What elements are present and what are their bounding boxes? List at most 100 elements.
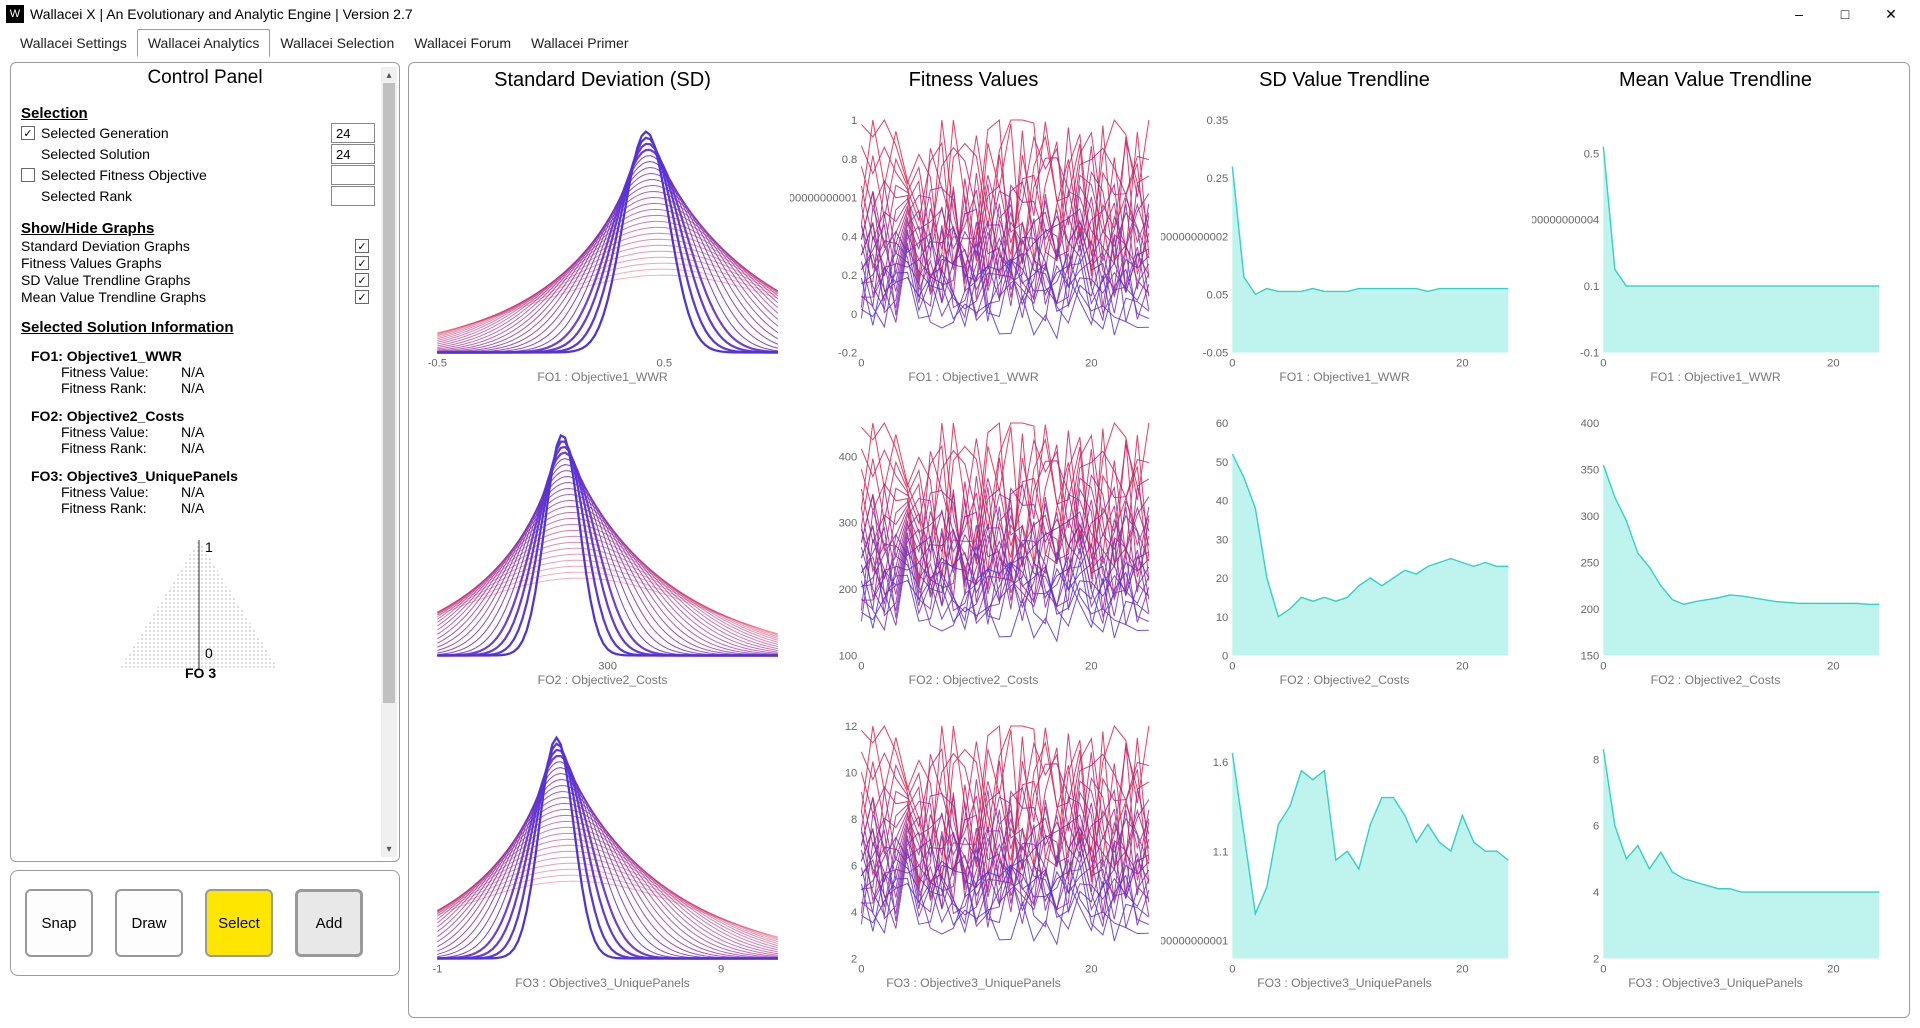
svg-text:FO2 : Objective2_Costs: FO2 : Objective2_Costs <box>538 673 668 687</box>
draw-button[interactable]: Draw <box>115 889 183 957</box>
tab-primer[interactable]: Wallacei Primer <box>521 30 639 56</box>
svg-text:-0.5: -0.5 <box>428 358 447 370</box>
input-selected-fitness-obj[interactable] <box>331 165 375 185</box>
col-head-sdtl: SD Value Trendline <box>1161 67 1528 98</box>
checkbox-sdtl-graphs[interactable] <box>355 273 369 287</box>
input-selected-generation[interactable] <box>331 123 375 143</box>
section-selection: Selection <box>21 105 377 122</box>
svg-text:0: 0 <box>851 309 857 321</box>
maximize-button[interactable]: □ <box>1822 0 1868 28</box>
svg-text:6: 6 <box>1593 821 1599 833</box>
chart-sdtl-fo3: 0.60000000000000011.11.6020FO3 : Objecti… <box>1161 704 1528 1007</box>
svg-text:60: 60 <box>1216 418 1228 430</box>
checkbox-mvtl-graphs[interactable] <box>355 290 369 304</box>
svg-text:0: 0 <box>1600 661 1606 673</box>
chart-sd-fo3: -19FO3 : Objective3_UniquePanels <box>419 704 786 1007</box>
svg-text:4: 4 <box>851 907 857 919</box>
svg-text:0: 0 <box>1229 661 1235 673</box>
svg-text:0: 0 <box>1600 358 1606 370</box>
titlebar: W Wallacei X | An Evolutionary and Analy… <box>0 0 1920 28</box>
svg-text:4: 4 <box>1593 887 1599 899</box>
svg-text:FO1 : Objective1_WWR: FO1 : Objective1_WWR <box>908 370 1039 384</box>
svg-text:1: 1 <box>851 115 857 127</box>
svg-text:-0.05: -0.05 <box>1203 348 1229 360</box>
fo1-fv-value: N/A <box>181 364 204 380</box>
tab-selection[interactable]: Wallacei Selection <box>270 30 404 56</box>
select-button[interactable]: Select <box>205 889 273 957</box>
svg-text:0.05: 0.05 <box>1206 289 1228 301</box>
svg-text:0.8: 0.8 <box>842 154 858 166</box>
svg-text:0.150000000000000002: 0.150000000000000002 <box>1161 231 1228 243</box>
minimize-button[interactable]: – <box>1776 0 1822 28</box>
svg-text:0: 0 <box>1600 964 1606 976</box>
checkbox-selected-generation[interactable] <box>21 126 35 140</box>
svg-text:10: 10 <box>845 768 857 780</box>
fo2-fr-value: N/A <box>181 440 204 456</box>
section-show-hide: Show/Hide Graphs <box>21 220 377 237</box>
svg-text:2: 2 <box>1593 954 1599 966</box>
svg-text:400: 400 <box>839 451 858 463</box>
close-button[interactable]: ✕ <box>1868 0 1914 28</box>
tab-analytics[interactable]: Wallacei Analytics <box>137 29 271 57</box>
svg-text:0.2: 0.2 <box>842 270 858 282</box>
input-selected-rank[interactable] <box>331 186 375 206</box>
svg-text:300: 300 <box>839 518 858 530</box>
tab-settings[interactable]: Wallacei Settings <box>10 30 137 56</box>
charts-grid: Standard Deviation (SD) Fitness Values S… <box>408 62 1910 1018</box>
svg-text:0: 0 <box>858 358 864 370</box>
snap-button[interactable]: Snap <box>25 889 93 957</box>
fo2-fv-value: N/A <box>181 424 204 440</box>
svg-text:12: 12 <box>845 721 857 733</box>
scroll-down-icon[interactable]: ▾ <box>381 841 397 857</box>
svg-text:400: 400 <box>1581 418 1600 430</box>
scroll-up-icon[interactable]: ▴ <box>381 67 397 83</box>
chart-mvtl-fo3: 2468020FO3 : Objective3_UniquePanels <box>1532 704 1899 1007</box>
svg-text:0: 0 <box>1229 964 1235 976</box>
svg-text:FO3 : Objective3_UniquePanels: FO3 : Objective3_UniquePanels <box>886 976 1061 990</box>
svg-text:0.35: 0.35 <box>1206 115 1228 127</box>
svg-text:40: 40 <box>1216 496 1228 508</box>
chart-sd-fo1: -0.50.5FO1 : Objective1_WWR <box>419 98 786 401</box>
control-panel-scrollbar[interactable]: ▴ ▾ <box>381 67 397 857</box>
app-logo: W <box>6 5 24 23</box>
label-sdtl-graphs: SD Value Trendline Graphs <box>21 272 355 288</box>
svg-text:0.25: 0.25 <box>1206 173 1228 185</box>
chart-mvtl-fo1: -0.10.10.30000000000000040.5020FO1 : Obj… <box>1532 98 1899 401</box>
svg-text:FO2 : Objective2_Costs: FO2 : Objective2_Costs <box>909 673 1039 687</box>
fo1-title: FO1: Objective1_WWR <box>21 348 377 364</box>
fo3-fv-label: Fitness Value: <box>61 484 181 500</box>
tab-forum[interactable]: Wallacei Forum <box>404 30 521 56</box>
section-solution-info: Selected Solution Information <box>21 319 377 336</box>
fo1-fr-value: N/A <box>181 380 204 396</box>
label-fv-graphs: Fitness Values Graphs <box>21 255 355 271</box>
fo1-fr-label: Fitness Rank: <box>61 380 181 396</box>
tab-bar: Wallacei Settings Wallacei Analytics Wal… <box>0 28 1920 56</box>
chart-fv-fo3: 24681012020FO3 : Objective3_UniquePanels <box>790 704 1157 1007</box>
fo3-fv-value: N/A <box>181 484 204 500</box>
svg-text:30: 30 <box>1216 534 1228 546</box>
label-selected-generation: Selected Generation <box>41 125 331 141</box>
svg-text:300: 300 <box>598 661 617 673</box>
svg-text:FO3 : Objective3_UniquePanels: FO3 : Objective3_UniquePanels <box>1257 976 1432 990</box>
svg-text:20: 20 <box>1216 573 1228 585</box>
checkbox-sd-graphs[interactable] <box>355 239 369 253</box>
svg-text:FO3 : Objective3_UniquePanels: FO3 : Objective3_UniquePanels <box>1628 976 1803 990</box>
fo2-fr-label: Fitness Rank: <box>61 440 181 456</box>
scrollbar-thumb[interactable] <box>383 83 395 703</box>
col-head-sd: Standard Deviation (SD) <box>419 67 786 98</box>
fo1-fv-label: Fitness Value: <box>61 364 181 380</box>
add-button[interactable]: Add <box>295 889 363 957</box>
chart-fv-fo1: -0.200.20.40.60000000000000010.81020FO1 … <box>790 98 1157 401</box>
label-selected-rank: Selected Rank <box>41 188 331 204</box>
svg-text:0.6000000000000001: 0.6000000000000001 <box>790 193 857 205</box>
svg-text:0.4: 0.4 <box>842 231 858 243</box>
checkbox-selected-fitness-obj[interactable] <box>21 168 35 182</box>
svg-text:0.5: 0.5 <box>1584 148 1600 160</box>
chart-sdtl-fo2: 0102030405060020FO2 : Objective2_Costs <box>1161 401 1528 704</box>
fo2-fv-label: Fitness Value: <box>61 424 181 440</box>
chart-sdtl-fo1: -0.050.050.1500000000000000020.250.35020… <box>1161 98 1528 401</box>
checkbox-fv-graphs[interactable] <box>355 256 369 270</box>
svg-text:6: 6 <box>851 861 857 873</box>
svg-text:200: 200 <box>1581 604 1600 616</box>
input-selected-solution[interactable] <box>331 144 375 164</box>
